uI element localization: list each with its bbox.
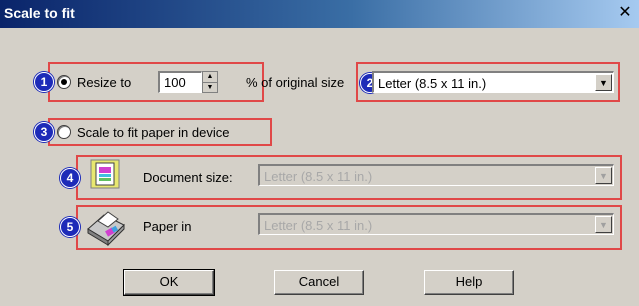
spin-down-icon[interactable]: ▼ [203,83,217,93]
resize-to-label: Resize to [77,75,132,90]
document-icon [90,159,120,189]
paper-in-select: Letter (8.5 x 11 in.) ▼ [258,213,614,235]
scale-to-fit-radio[interactable] [57,125,71,139]
callout-badge-4: 4 [60,168,80,188]
document-size-value: Letter (8.5 x 11 in.) [264,169,373,184]
callout-badge-3: 3 [34,122,54,142]
percent-of-original-label: % of original size [246,75,345,90]
dropdown-arrow-icon: ▼ [595,167,612,184]
scale-to-fit-label: Scale to fit paper in device [77,125,230,140]
resize-percent-input[interactable]: 100 [158,71,202,93]
callout-badge-1: 1 [34,72,54,92]
window-title: Scale to fit [4,5,75,21]
printer-icon [84,207,128,247]
ok-button[interactable]: OK [123,269,215,296]
paper-size-select[interactable]: Letter (8.5 x 11 in.) ▼ [372,71,614,93]
help-button[interactable]: Help [424,270,514,295]
close-icon[interactable]: ✕ [616,3,634,21]
dropdown-arrow-icon[interactable]: ▼ [595,74,612,91]
spin-up-icon[interactable]: ▲ [203,72,217,83]
resize-percent-spinner[interactable]: ▲ ▼ [202,71,218,93]
cancel-button[interactable]: Cancel [274,270,364,295]
paper-size-value: Letter (8.5 x 11 in.) [378,76,487,91]
dropdown-arrow-icon: ▼ [595,216,612,233]
paper-in-value: Letter (8.5 x 11 in.) [264,218,373,233]
paper-in-label: Paper in [143,219,192,234]
callout-badge-5: 5 [60,217,80,237]
title-bar: Scale to fit ✕ [0,0,639,28]
resize-to-radio[interactable] [57,75,71,89]
document-size-label: Document size: [143,170,233,185]
document-size-select: Letter (8.5 x 11 in.) ▼ [258,164,614,186]
